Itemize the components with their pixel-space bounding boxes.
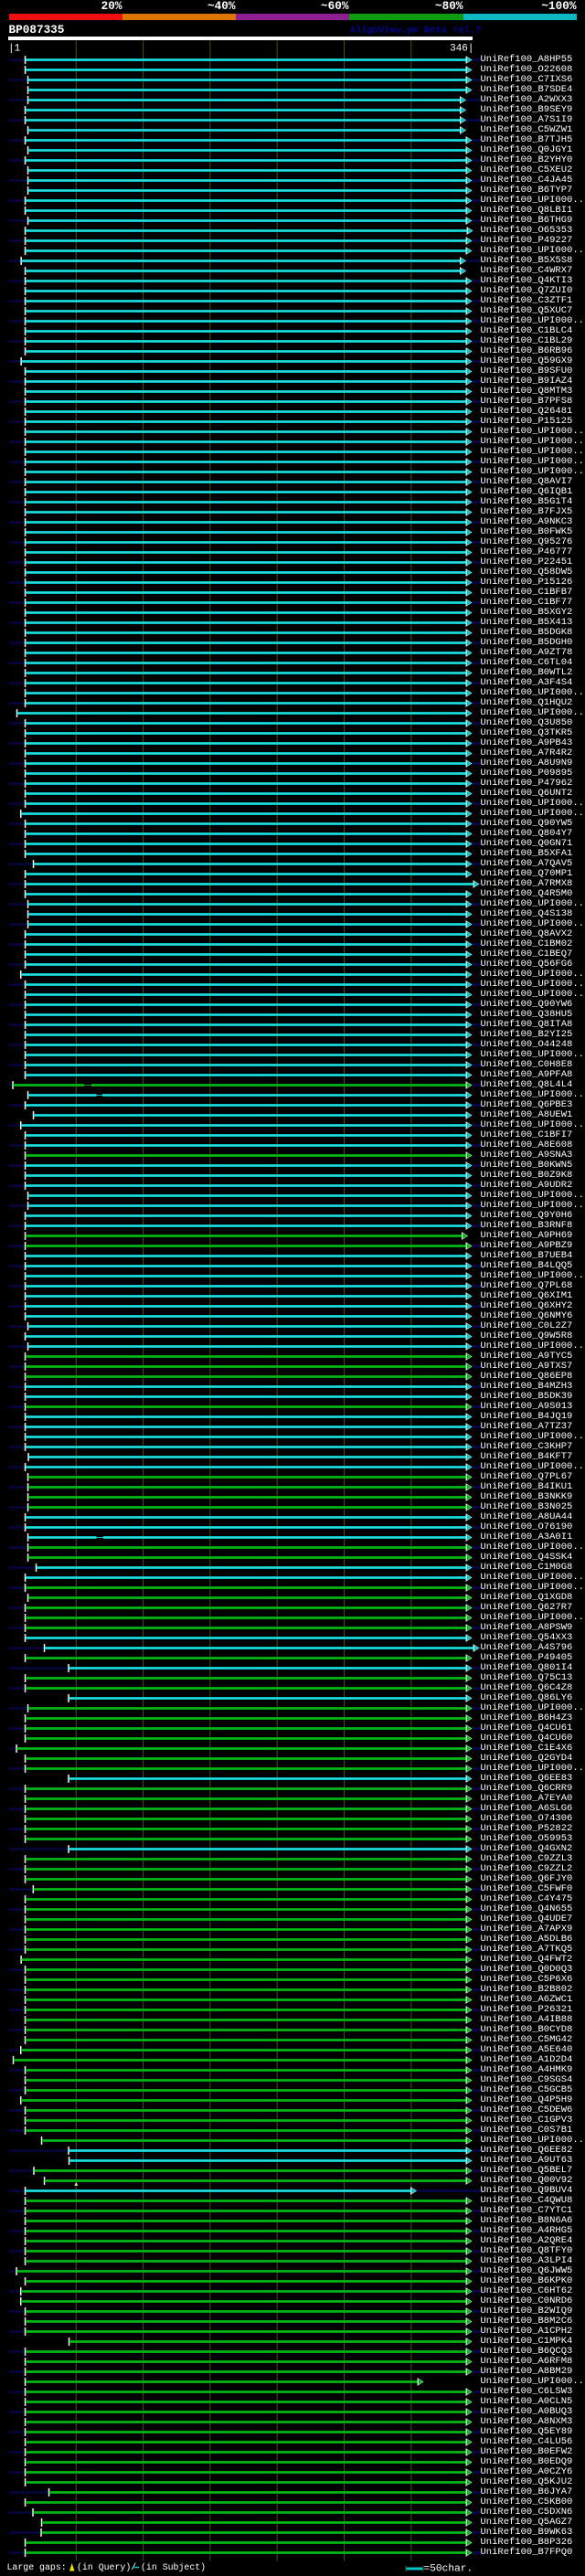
svg-text:~80%: ~80% [435, 0, 463, 13]
svg-text:~60%: ~60% [321, 0, 349, 13]
svg-text:(in Query)/: (in Query)/ [77, 2562, 136, 2572]
svg-text:BP087335: BP087335 [9, 23, 65, 37]
svg-text:AlignView.pm Beta rel.7: AlignView.pm Beta rel.7 [350, 26, 481, 37]
svg-text:~40%: ~40% [207, 0, 236, 13]
svg-text:20%: 20% [101, 0, 122, 13]
svg-text:(in Subject): (in Subject) [141, 2562, 206, 2572]
svg-text:|1: |1 [8, 44, 21, 55]
svg-text:UniRef100_B7FPQ0: UniRef100_B7FPQ0 [481, 2547, 573, 2558]
svg-text:=50char.: =50char. [424, 2564, 473, 2575]
svg-text:~100%: ~100% [541, 0, 576, 13]
svg-text:Large gaps:: Large gaps: [7, 2562, 67, 2572]
svg-text:346|: 346| [450, 44, 473, 55]
